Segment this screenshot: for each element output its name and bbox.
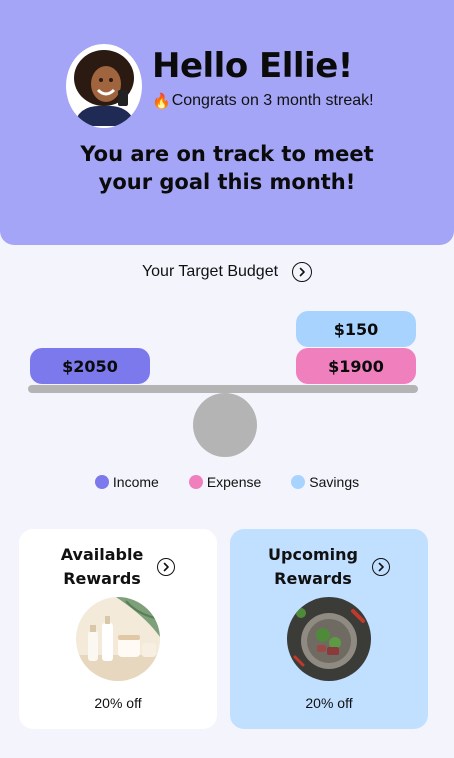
- expense-amount: $1900: [296, 348, 416, 384]
- avatar-photo: [68, 46, 140, 126]
- card-title-line-1: Upcoming: [268, 545, 358, 564]
- balance-beam: [28, 385, 418, 393]
- legend-item-income: Income: [94, 474, 159, 490]
- legend-item-savings: Savings: [291, 474, 359, 490]
- skincare-products-image: [76, 597, 160, 681]
- target-budget-label: Your Target Budget: [141, 263, 279, 280]
- streak-message: 🔥 Congrats on 3 month streak!: [152, 92, 374, 110]
- card-title-line-1: Available: [60, 545, 144, 564]
- card-title-line-2: Rewards: [274, 569, 352, 588]
- target-budget-link[interactable]: Your Target Budget: [0, 262, 454, 282]
- card-title: Upcoming Rewards: [230, 543, 428, 591]
- status-line-2: your goal this month!: [98, 170, 356, 194]
- available-rewards-card[interactable]: Available Rewards 20% off: [19, 529, 217, 729]
- food-dish-image: [287, 597, 371, 681]
- flame-icon: 🔥: [152, 93, 171, 110]
- greeting-title: Hello Ellie!: [152, 46, 353, 86]
- legend-label: Savings: [309, 474, 360, 490]
- chevron-right-icon[interactable]: [371, 558, 390, 576]
- savings-dot-icon: [291, 475, 306, 489]
- legend: Income Expense Savings: [0, 474, 454, 490]
- upcoming-rewards-card[interactable]: Upcoming Rewards 20% off: [230, 529, 428, 729]
- balance-fulcrum: [193, 393, 257, 457]
- card-title: Available Rewards: [19, 543, 217, 591]
- avatar[interactable]: [66, 44, 142, 128]
- legend-item-expense: Expense: [188, 474, 262, 490]
- chevron-right-icon[interactable]: [157, 558, 176, 576]
- reward-offer: 20% off: [94, 695, 142, 711]
- savings-amount: $150: [296, 311, 416, 347]
- reward-offer: 20% off: [305, 695, 353, 711]
- streak-text: Congrats on 3 month streak!: [171, 92, 374, 109]
- status-message: You are on track to meet your goal this …: [40, 140, 414, 196]
- income-amount: $2050: [30, 348, 150, 384]
- legend-label: Income: [112, 474, 159, 490]
- legend-label: Expense: [206, 474, 262, 490]
- header-banner: Hello Ellie! 🔥 Congrats on 3 month strea…: [0, 0, 454, 245]
- status-line-1: You are on track to meet: [80, 142, 374, 166]
- chevron-right-icon[interactable]: [292, 262, 313, 282]
- expense-dot-icon: [188, 475, 203, 489]
- card-title-line-2: Rewards: [63, 569, 141, 588]
- income-dot-icon: [94, 475, 109, 489]
